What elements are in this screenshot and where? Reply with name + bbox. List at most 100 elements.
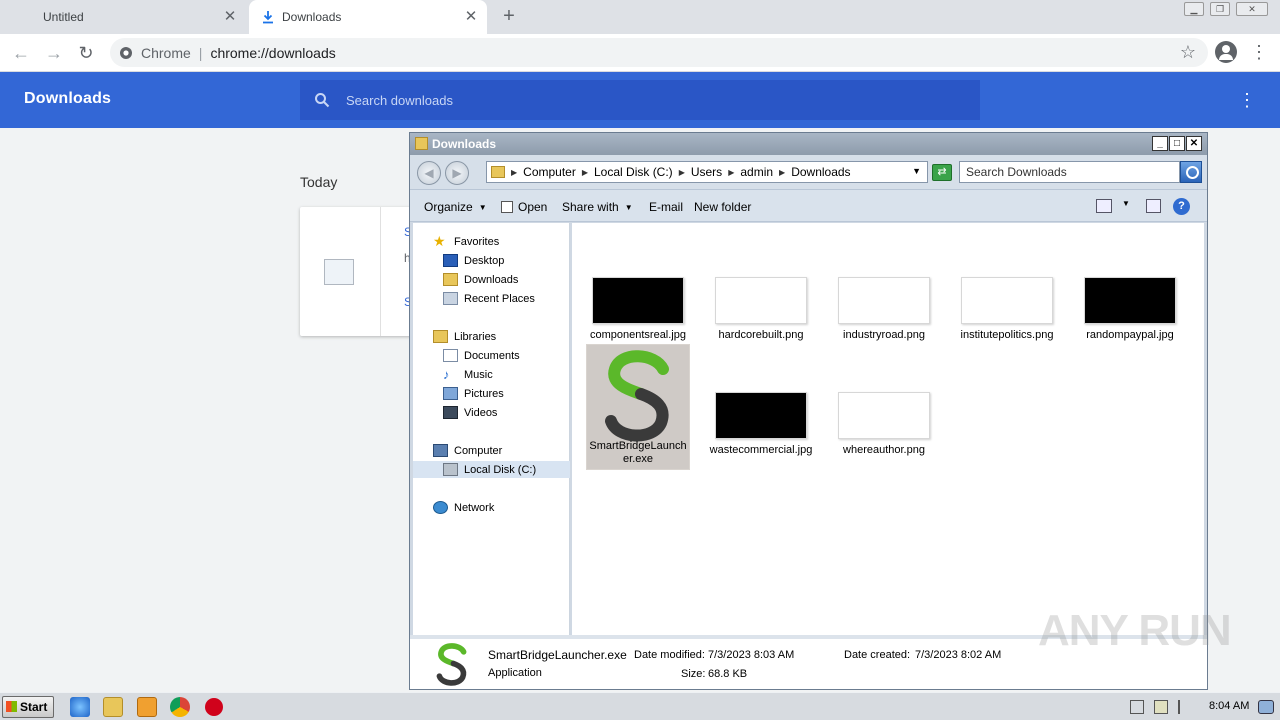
tab-downloads[interactable]: Downloads ✕ (249, 0, 487, 34)
file-item[interactable]: whereauthor.png (832, 392, 936, 457)
search-icon (315, 93, 330, 108)
profile-icon[interactable] (1215, 41, 1237, 63)
open-icon (501, 201, 513, 213)
nav-computer[interactable]: Computer (433, 442, 502, 459)
file-item[interactable]: randompaypal.jpg (1078, 277, 1182, 342)
minimize-button[interactable]: ▁ (1184, 2, 1204, 16)
explorer-maximize-button[interactable]: □ (1169, 136, 1185, 151)
image-thumbnail (1084, 277, 1176, 324)
file-item-selected[interactable]: SmartBridgeLauncher.exe (586, 344, 690, 470)
date-created-label: Date created: (844, 649, 911, 661)
close-icon[interactable]: ✕ (222, 9, 238, 25)
change-view-icon[interactable] (1096, 199, 1112, 213)
omnibox-url: chrome://downloads (210, 44, 336, 61)
reload-icon[interactable]: ↻ (75, 42, 97, 64)
action-center-flag-icon[interactable] (1178, 700, 1192, 714)
antivirus-icon[interactable] (205, 698, 223, 716)
explorer-close-button[interactable]: ✕ (1186, 136, 1202, 151)
search-icon[interactable] (1180, 161, 1202, 183)
back-arrow-icon[interactable]: ← (10, 42, 32, 64)
nav-label: Computer (454, 444, 503, 457)
image-thumbnail (715, 392, 807, 439)
chrome-taskbar-icon[interactable] (170, 697, 190, 717)
file-item[interactable]: industryroad.png (832, 277, 936, 342)
image-thumbnail (592, 277, 684, 324)
nav-pictures[interactable]: Pictures (443, 385, 504, 402)
chevron-icon[interactable]: ▶ (511, 168, 517, 177)
help-icon[interactable]: ? (1173, 198, 1190, 215)
file-item[interactable]: componentsreal.jpg (586, 277, 690, 342)
internet-explorer-icon[interactable] (70, 697, 90, 717)
nav-videos[interactable]: Videos (443, 404, 497, 421)
chevron-down-icon[interactable]: ▼ (912, 166, 921, 176)
nav-label: Pictures (464, 387, 504, 400)
system-tray (1122, 693, 1280, 720)
bookmark-star-icon[interactable]: ☆ (1180, 42, 1196, 63)
refresh-icon[interactable]: ⇄ (932, 164, 952, 181)
view-options-chevron-icon[interactable]: ▼ (1122, 199, 1130, 208)
nav-label: Recent Places (464, 292, 535, 305)
details-file-type: Application (488, 667, 542, 679)
videos-icon (443, 406, 458, 419)
breadcrumb-users[interactable]: Users (691, 165, 722, 179)
file-item[interactable]: institutepolitics.png (955, 277, 1059, 342)
file-item[interactable]: wastecommercial.jpg (709, 392, 813, 457)
volume-icon[interactable] (1130, 700, 1144, 714)
breadcrumb-local-disk[interactable]: Local Disk (C:) (594, 165, 673, 179)
show-desktop-icon[interactable] (1258, 700, 1274, 714)
nav-downloads[interactable]: Downloads (443, 271, 518, 288)
nav-libraries[interactable]: Libraries (433, 328, 496, 345)
new-folder-button[interactable]: New folder (694, 200, 751, 214)
breadcrumb-admin[interactable]: admin (740, 165, 773, 179)
chrome-icon (120, 46, 132, 59)
tab-untitled[interactable]: Untitled ✕ (0, 0, 246, 34)
nav-documents[interactable]: Documents (443, 347, 520, 364)
explorer-titlebar[interactable]: Downloads _ □ ✕ (410, 133, 1207, 155)
close-icon[interactable]: ✕ (463, 9, 479, 25)
explorer-address-bar[interactable]: ▶ Computer ▶ Local Disk (C:) ▶ Users ▶ a… (486, 161, 928, 183)
breadcrumb-computer[interactable]: Computer (523, 165, 576, 179)
search-downloads-input[interactable]: Search downloads (300, 80, 980, 120)
nav-network[interactable]: Network (433, 499, 494, 516)
restore-button[interactable]: ❐ (1210, 2, 1230, 16)
file-icon (324, 259, 354, 285)
nav-music[interactable]: ♪ Music (443, 366, 493, 383)
file-item[interactable]: hardcorebuilt.png (709, 277, 813, 342)
pictures-icon (443, 387, 458, 400)
downloads-menu-icon[interactable]: ⋮ (1238, 88, 1256, 112)
media-player-icon[interactable] (137, 697, 157, 717)
explorer-search-input[interactable]: Search Downloads (959, 161, 1180, 183)
start-button[interactable]: Start (2, 696, 54, 718)
chevron-icon[interactable]: ▶ (582, 168, 588, 177)
chevron-icon[interactable]: ▶ (728, 168, 734, 177)
chevron-icon[interactable]: ▶ (779, 168, 785, 177)
music-icon: ♪ (443, 367, 450, 382)
explorer-folder-icon[interactable] (103, 697, 123, 717)
share-with-button[interactable]: Share with ▼ (562, 200, 633, 214)
smartbridge-logo-icon (436, 643, 467, 686)
nav-favorites[interactable]: ★ Favorites (433, 233, 499, 250)
forward-arrow-icon[interactable]: → (43, 42, 65, 64)
file-name: componentsreal.jpg (589, 329, 686, 341)
organize-button[interactable]: Organize ▼ (424, 200, 487, 214)
nav-desktop[interactable]: Desktop (443, 252, 504, 269)
network-tray-icon[interactable] (1154, 700, 1168, 714)
image-thumbnail (961, 277, 1053, 324)
preview-pane-icon[interactable] (1146, 199, 1161, 213)
size-value: 68.8 KB (708, 668, 748, 680)
chrome-menu-icon[interactable]: ⋮ (1250, 41, 1268, 63)
open-button[interactable]: Open (501, 200, 547, 214)
new-tab-button[interactable]: + (499, 6, 519, 26)
close-window-button[interactable]: ✕ (1236, 2, 1268, 16)
breadcrumb-downloads[interactable]: Downloads (791, 165, 850, 179)
email-button[interactable]: E-mail (649, 200, 683, 214)
folder-icon (491, 166, 505, 178)
forward-button[interactable]: ▶ (445, 161, 469, 185)
nav-recent-places[interactable]: Recent Places (443, 290, 535, 307)
explorer-minimize-button[interactable]: _ (1152, 136, 1168, 151)
back-button[interactable]: ◀ (417, 161, 441, 185)
address-bar[interactable]: Chrome | chrome://downloads ☆ (110, 38, 1208, 67)
downloads-folder-icon (443, 273, 458, 286)
nav-local-disk[interactable]: Local Disk (C:) (413, 461, 570, 478)
chevron-icon[interactable]: ▶ (679, 168, 685, 177)
